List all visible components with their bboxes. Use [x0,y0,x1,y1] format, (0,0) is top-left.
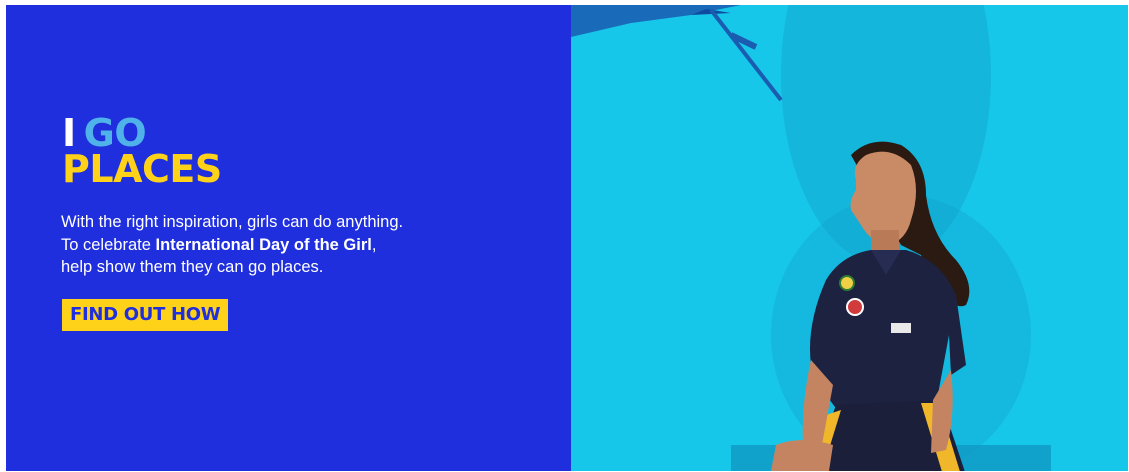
find-out-how-button[interactable]: FIND OUT HOW [62,299,229,331]
description-line-2-suffix: , [371,235,377,254]
light-stand-icon [709,8,783,102]
light-umbrella-icon [571,5,741,37]
hero-banner: I GO PLACES With the right inspiration, g… [6,5,1128,471]
description-line-1: With the right inspiration, girls can do… [61,213,404,231]
hero-description: With the right inspiration, girls can do… [61,211,531,279]
headline-word-places: PLACES [62,147,222,191]
description-line-2: To celebrate International Day of the Gi… [61,234,531,257]
description-line-3: help show them they can go places. [61,258,324,276]
shirt-badge-icon [839,275,855,291]
hero-headline: I GO PLACES [62,114,222,191]
hero-photo-panel [571,5,1128,471]
description-line-2-prefix: To celebrate [61,235,156,254]
description-line-2-bold: International Day of the Girl [155,235,372,254]
hero-photo [571,5,1051,471]
hero-left-panel: I GO PLACES With the right inspiration, g… [6,5,571,471]
